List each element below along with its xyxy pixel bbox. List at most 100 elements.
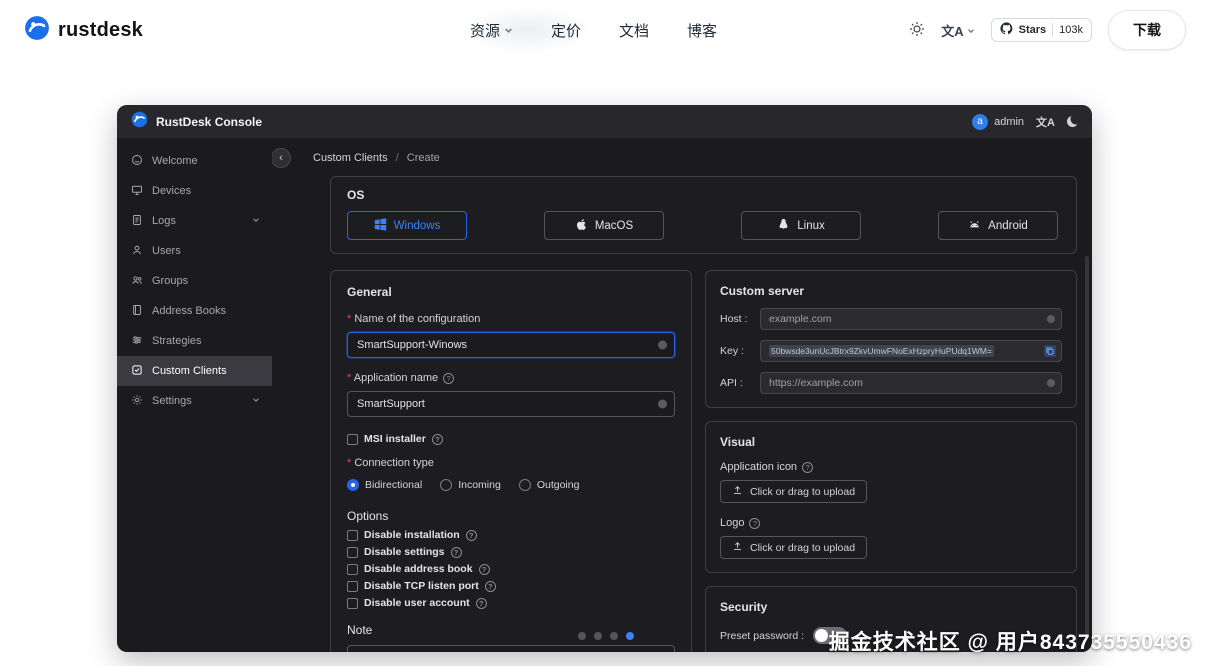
sidebar-item-groups[interactable]: Groups	[117, 266, 272, 296]
console-sidebar: Welcome Devices Logs Users Groups Addres…	[117, 138, 272, 652]
help-icon[interactable]	[478, 563, 490, 575]
rustdesk-console-window: RustDesk Console a admin 文A Welcome Devi…	[117, 105, 1092, 652]
os-option-android[interactable]: Android	[938, 211, 1058, 240]
monitor-icon	[131, 184, 143, 199]
general-section: General Name of the configuration Applic…	[330, 270, 692, 652]
sidebar-collapse-button[interactable]	[272, 148, 291, 168]
brand[interactable]: rustdesk	[24, 15, 143, 46]
help-icon[interactable]	[443, 372, 455, 384]
sidebar-item-welcome[interactable]: Welcome	[117, 146, 272, 176]
carousel-dot-2[interactable]	[594, 632, 602, 640]
security-title: Security	[720, 600, 768, 614]
preset-password-label: Preset password :	[720, 629, 805, 642]
msi-installer-checkbox[interactable]: MSI installer	[347, 433, 675, 445]
help-icon[interactable]	[475, 597, 487, 609]
clear-field-icon[interactable]	[1047, 315, 1055, 323]
dark-mode-icon[interactable]	[1067, 116, 1078, 127]
os-options: Windows MacOS Linux Android	[347, 211, 1060, 240]
api-input[interactable]: https://example.com	[760, 372, 1062, 394]
apple-icon	[575, 218, 588, 234]
api-label: API :	[720, 377, 743, 389]
language-selector[interactable]: 文A	[941, 21, 974, 40]
watermark-text: 掘金技术社区 @ 用户843735550436	[828, 631, 1192, 654]
help-icon[interactable]	[465, 529, 477, 541]
copy-icon[interactable]	[1044, 345, 1056, 357]
github-stars-badge[interactable]: Stars 103k	[990, 18, 1092, 42]
upload-icon	[732, 485, 743, 499]
key-row: Key : 50bwsde3unUcJBtrx9ZkvUmwFNoExHzpry…	[720, 340, 1062, 362]
nav-item-resources[interactable]: 资源	[470, 20, 513, 41]
sidebar-item-devices[interactable]: Devices	[117, 176, 272, 206]
note-textarea[interactable]	[347, 645, 675, 652]
radio-outgoing[interactable]: Outgoing	[518, 479, 579, 491]
right-column: Custom server Host : example.com Key : 5…	[705, 270, 1077, 652]
console-title: RustDesk Console	[156, 114, 263, 129]
titlebar-actions: a admin 文A	[972, 113, 1078, 130]
console-content: Custom Clients / Create OS Windows MacOS	[272, 138, 1092, 652]
console-translate-icon[interactable]: 文A	[1036, 114, 1055, 130]
nav-item-blog[interactable]: 博客	[687, 20, 717, 41]
help-icon[interactable]	[802, 461, 814, 473]
host-input[interactable]: example.com	[760, 308, 1062, 330]
badge-divider	[1052, 23, 1054, 37]
clear-field-icon[interactable]	[658, 399, 667, 409]
clear-field-icon[interactable]	[658, 340, 667, 350]
nav-item-pricing[interactable]: 定价	[551, 20, 581, 41]
radio-icon	[518, 479, 531, 491]
smiley-icon	[131, 154, 143, 169]
help-icon[interactable]	[450, 546, 462, 558]
os-option-macos[interactable]: MacOS	[544, 211, 664, 240]
visual-section: Visual Application icon Click or drag to…	[705, 421, 1077, 573]
user-icon	[131, 244, 143, 259]
carousel-dot-3[interactable]	[610, 632, 618, 640]
os-section: OS Windows MacOS Linux Android	[330, 176, 1077, 254]
clear-field-icon[interactable]	[1047, 379, 1055, 387]
sun-icon	[909, 21, 925, 40]
logo-upload-button[interactable]: Click or drag to upload	[720, 536, 868, 559]
radio-bidirectional[interactable]: Bidirectional	[347, 479, 422, 491]
theme-toggle-button[interactable]	[909, 21, 925, 40]
help-icon[interactable]	[484, 580, 496, 592]
disable-settings-checkbox[interactable]: Disable settings	[347, 546, 675, 558]
account-menu[interactable]: a admin	[972, 113, 1024, 130]
radio-icon	[440, 479, 453, 491]
rustdesk-logo-icon	[131, 111, 148, 133]
application-icon-label: Application icon	[720, 461, 1062, 473]
application-name-input[interactable]	[347, 391, 675, 417]
radio-incoming[interactable]: Incoming	[440, 479, 501, 491]
download-button[interactable]: 下载	[1108, 10, 1186, 50]
key-input[interactable]: 50bwsde3unUcJBtrx9ZkvUmwFNoExHzpryHuPUdq…	[760, 340, 1062, 362]
nav-item-docs[interactable]: 文档	[619, 20, 649, 41]
help-icon[interactable]	[431, 433, 443, 445]
translate-icon: 文A	[941, 23, 964, 39]
sidebar-item-logs[interactable]: Logs	[117, 206, 272, 236]
checkbox-icon	[347, 433, 358, 445]
breadcrumb-parent[interactable]: Custom Clients	[313, 152, 388, 164]
os-option-windows[interactable]: Windows	[347, 211, 467, 240]
sidebar-item-settings[interactable]: Settings	[117, 386, 272, 416]
github-stars-label: Stars	[1018, 24, 1047, 36]
app-name-input-wrap	[347, 391, 675, 417]
book-icon	[131, 304, 143, 319]
disable-tcp-listen-port-checkbox[interactable]: Disable TCP listen port	[347, 580, 675, 592]
document-icon	[131, 214, 143, 229]
disable-address-book-checkbox[interactable]: Disable address book	[347, 563, 675, 575]
chevron-down-icon	[504, 22, 513, 39]
users-group-icon	[131, 274, 143, 289]
carousel-dot-1[interactable]	[578, 632, 586, 640]
carousel-dot-4[interactable]	[626, 632, 634, 640]
main-nav: 资源 定价 文档 博客	[470, 0, 717, 60]
sidebar-item-custom-clients[interactable]: Custom Clients	[117, 356, 272, 386]
disable-user-account-checkbox[interactable]: Disable user account	[347, 597, 675, 609]
configuration-name-input[interactable]	[347, 332, 675, 358]
application-icon-upload-button[interactable]: Click or drag to upload	[720, 480, 868, 503]
brand-name: rustdesk	[58, 18, 143, 41]
os-option-linux[interactable]: Linux	[741, 211, 861, 240]
sidebar-item-address-books[interactable]: Address Books	[117, 296, 272, 326]
help-icon[interactable]	[749, 517, 761, 529]
disable-installation-checkbox[interactable]: Disable installation	[347, 529, 675, 541]
sidebar-item-users[interactable]: Users	[117, 236, 272, 266]
content-scrollbar[interactable]	[1085, 256, 1089, 638]
chevron-down-icon	[252, 215, 260, 227]
sidebar-item-strategies[interactable]: Strategies	[117, 326, 272, 356]
